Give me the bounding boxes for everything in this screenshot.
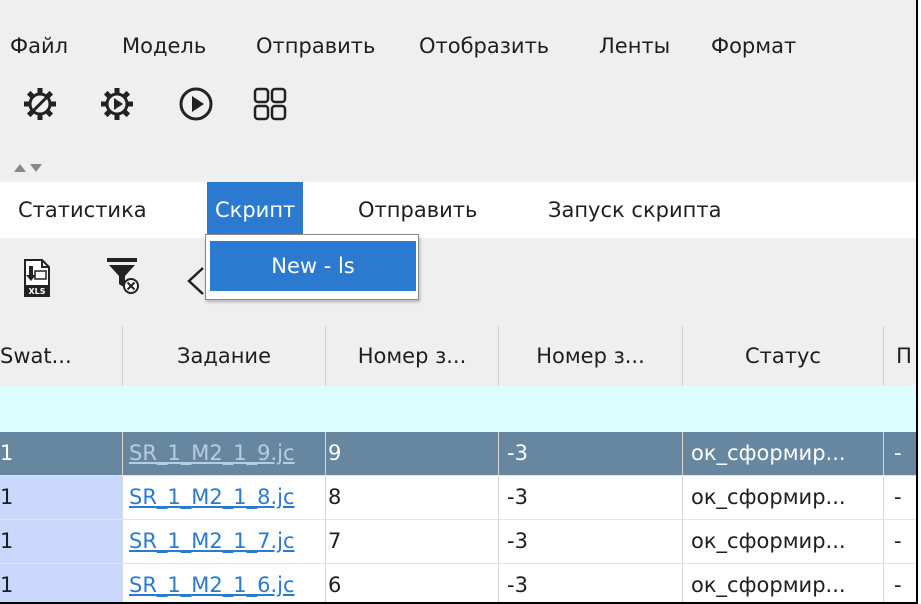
menu-item-tapes[interactable]: Ленты <box>599 34 670 58</box>
table-row[interactable]: 1 SR_1_M2_1_8.jc 8 -3 ок_сформир... - <box>0 476 916 520</box>
grid-icon[interactable] <box>250 84 290 124</box>
cell-extra: - <box>894 573 902 597</box>
menu-bar: Файл Модель Отправить Отобразить Ленты Ф… <box>0 0 916 90</box>
tab-run-script[interactable]: Запуск скрипта <box>540 182 729 238</box>
cell-status: ок_сформир... <box>683 564 884 602</box>
tab-bar: Статистика Скрипт Отправить Запуск скрип… <box>0 182 916 238</box>
ribbon: XLS <box>0 238 916 320</box>
play-circle-icon[interactable] <box>176 84 216 124</box>
column-header-task[interactable]: Задание <box>123 326 326 386</box>
cell-swath: 1 <box>0 520 123 563</box>
menu-item-display[interactable]: Отобразить <box>419 34 549 58</box>
magic-gear-icon[interactable] <box>20 84 60 124</box>
table-header: Swat... Задание Номер з... Номер з... Ст… <box>0 326 916 386</box>
xls-export-icon[interactable]: XLS <box>22 258 52 298</box>
tab-script[interactable]: Скрипт <box>207 182 304 238</box>
cell-swath: 1 <box>0 432 123 475</box>
cell-number1: 8 <box>326 476 499 519</box>
filter-row[interactable] <box>0 386 916 432</box>
cell-swath: 1 <box>0 564 123 602</box>
column-header-p[interactable]: П <box>884 326 916 386</box>
cell-task-link[interactable]: SR_1_M2_1_9.jc <box>123 432 326 475</box>
menu-item-format[interactable]: Формат <box>711 34 796 58</box>
app-window: Файл Модель Отправить Отобразить Ленты Ф… <box>0 0 918 604</box>
cell-number2: -3 <box>499 520 683 563</box>
cell-number1: 6 <box>326 564 499 602</box>
cell-number1: 7 <box>326 520 499 563</box>
chevron-left-icon[interactable] <box>183 264 207 298</box>
cell-status: ок_сформир... <box>683 476 884 519</box>
filter-clear-icon[interactable] <box>105 254 145 298</box>
menu-item-send[interactable]: Отправить <box>256 34 375 58</box>
table-row[interactable]: 1 SR_1_M2_1_6.jc 6 -3 ок_сформир... - <box>0 564 916 602</box>
tab-send[interactable]: Отправить <box>350 182 485 238</box>
cell-status: ок_сформир... <box>683 520 884 563</box>
tab-statistics[interactable]: Статистика <box>10 182 155 238</box>
cell-number2: -3 <box>499 476 683 519</box>
script-dropdown-menu: New - ls <box>205 234 419 300</box>
cell-task-link[interactable]: SR_1_M2_1_6.jc <box>123 564 326 602</box>
cell-extra: - <box>894 485 902 509</box>
cell-extra: - <box>894 529 902 553</box>
menu-item-model[interactable]: Модель <box>122 34 206 58</box>
menu-item-file[interactable]: Файл <box>10 34 68 58</box>
cell-task-link[interactable]: SR_1_M2_1_8.jc <box>123 476 326 519</box>
table-row[interactable]: 1 SR_1_M2_1_7.jc 7 -3 ок_сформир... - <box>0 520 916 564</box>
column-header-number1[interactable]: Номер з... <box>326 326 499 386</box>
svg-text:XLS: XLS <box>28 287 45 296</box>
gear-play-icon[interactable] <box>97 84 137 124</box>
cell-task-link[interactable]: SR_1_M2_1_7.jc <box>123 520 326 563</box>
cell-status: ок_сформир... <box>683 432 884 475</box>
cell-number2: -3 <box>499 432 683 475</box>
toolbar <box>0 78 916 138</box>
column-header-number2[interactable]: Номер з... <box>499 326 683 386</box>
collapse-arrows-icon[interactable] <box>12 160 42 174</box>
cell-extra: - <box>894 441 902 465</box>
cell-number1: 9 <box>326 432 499 475</box>
cell-number2: -3 <box>499 564 683 602</box>
dropdown-item-new-ls[interactable]: New - ls <box>210 241 416 291</box>
cell-swath: 1 <box>0 476 123 519</box>
column-header-status[interactable]: Статус <box>683 326 884 386</box>
table-row[interactable]: 1 SR_1_M2_1_9.jc 9 -3 ок_сформир... - <box>0 432 916 476</box>
column-header-swath[interactable]: Swat... <box>0 326 123 386</box>
